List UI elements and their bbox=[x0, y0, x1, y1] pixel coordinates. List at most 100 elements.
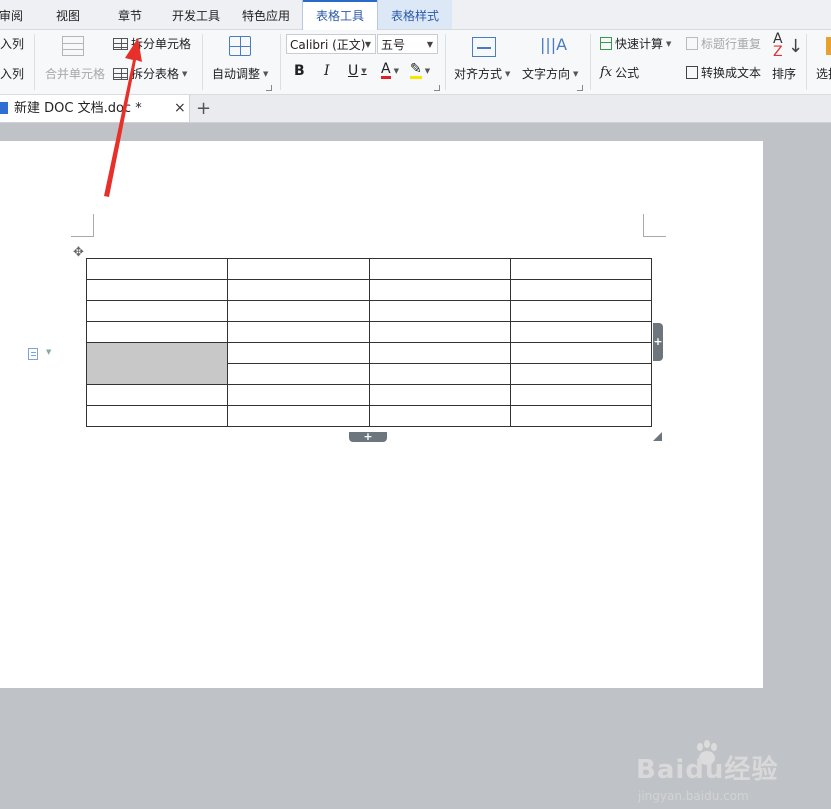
highlight-button[interactable]: ✎ ▼ bbox=[410, 62, 430, 79]
ribbon-divider bbox=[34, 34, 35, 90]
table-cell[interactable] bbox=[227, 363, 370, 385]
select-button[interactable]: 选择 bbox=[816, 65, 831, 82]
table-cell[interactable] bbox=[85, 384, 229, 406]
new-tab-button[interactable]: + bbox=[196, 95, 211, 122]
table-cell[interactable] bbox=[509, 279, 653, 301]
table-cell[interactable] bbox=[368, 279, 511, 301]
table-cell[interactable] bbox=[85, 279, 229, 301]
insert-column-right-button[interactable]: 插入列 bbox=[0, 65, 24, 82]
table-cell[interactable] bbox=[227, 321, 370, 343]
table-cell[interactable] bbox=[85, 258, 229, 280]
table-cell[interactable] bbox=[368, 384, 511, 406]
tab-special-apps[interactable]: 特色应用 bbox=[232, 0, 300, 29]
ribbon-divider bbox=[806, 34, 807, 90]
auto-fit-icon bbox=[229, 36, 251, 56]
merge-cells-icon bbox=[62, 36, 84, 56]
table-cell[interactable] bbox=[227, 258, 370, 280]
add-column-button[interactable]: + bbox=[653, 323, 663, 361]
plus-icon: + bbox=[363, 430, 373, 443]
document-icon bbox=[0, 102, 8, 114]
sort-label: 排序 bbox=[772, 67, 797, 81]
split-table-icon bbox=[113, 67, 128, 80]
table-cell[interactable] bbox=[509, 363, 653, 385]
document-tab[interactable]: 新建 DOC 文档.doc * × bbox=[0, 95, 190, 122]
table-cell[interactable] bbox=[368, 405, 511, 427]
sort-az-icon: AZ bbox=[773, 31, 783, 60]
table-cell[interactable] bbox=[85, 405, 229, 427]
table-cell[interactable] bbox=[85, 300, 229, 322]
table-cell[interactable] bbox=[227, 405, 370, 427]
document-page[interactable]: ✥ + + ▼ Baidu经验 jingyan.baidu.com bbox=[0, 141, 777, 803]
alignment-button[interactable]: 对齐方式 ▼ bbox=[454, 65, 510, 82]
table-cell[interactable] bbox=[509, 258, 653, 280]
table-cell[interactable] bbox=[85, 321, 229, 343]
chevron-down-icon: ▼ bbox=[364, 40, 371, 49]
chevron-down-icon[interactable]: ▼ bbox=[46, 348, 51, 356]
dialog-launcher-icon[interactable] bbox=[577, 85, 583, 91]
dialog-launcher-icon[interactable] bbox=[266, 85, 272, 91]
table-row bbox=[85, 342, 653, 385]
add-row-button[interactable]: + bbox=[349, 430, 387, 443]
table-cell[interactable] bbox=[368, 342, 511, 364]
margin-corner-marker bbox=[71, 214, 94, 237]
chevron-down-icon: ▼ bbox=[263, 69, 269, 78]
split-table-button[interactable]: 拆分表格 ▼ bbox=[113, 65, 187, 82]
font-name-select[interactable]: Calibri (正文) ▼ bbox=[286, 34, 376, 54]
underline-button[interactable]: U ▼ bbox=[348, 63, 367, 79]
insert-column-left-button[interactable]: 插入列 bbox=[0, 35, 24, 52]
table-cell[interactable] bbox=[509, 321, 653, 343]
quick-calc-button[interactable]: 快速计算 ▼ bbox=[600, 35, 671, 52]
ribbon-divider bbox=[590, 34, 591, 90]
table-cell[interactable] bbox=[227, 342, 370, 364]
font-name-value: Calibri (正文) bbox=[290, 38, 366, 52]
text-direction-button[interactable]: 文字方向 ▼ bbox=[522, 65, 578, 82]
header-repeat-button[interactable]: 标题行重复 bbox=[686, 35, 761, 52]
paragraph-marker-icon[interactable] bbox=[28, 348, 38, 360]
tab-view[interactable]: 视图 bbox=[38, 0, 98, 29]
auto-fit-button[interactable]: 自动调整 ▼ bbox=[212, 65, 268, 82]
table-cell[interactable] bbox=[368, 258, 511, 280]
convert-to-text-label: 转换成文本 bbox=[701, 66, 762, 80]
table-cell[interactable] bbox=[227, 384, 370, 406]
merge-cells-button[interactable]: 合并单元格 bbox=[45, 65, 105, 82]
font-size-select[interactable]: 五号 ▼ bbox=[377, 34, 438, 54]
table-cell[interactable] bbox=[509, 405, 653, 427]
italic-button[interactable]: I bbox=[324, 63, 330, 79]
ribbon-tab-bar: 审阅 视图 章节 开发工具 特色应用 表格工具 表格样式 bbox=[0, 0, 831, 30]
table-resize-handle[interactable] bbox=[653, 432, 662, 441]
tab-review[interactable]: 审阅 bbox=[0, 0, 28, 29]
table-cell[interactable] bbox=[227, 279, 370, 301]
chevron-down-icon: ▼ bbox=[393, 66, 399, 75]
chevron-down-icon: ▼ bbox=[182, 69, 188, 78]
table-cell[interactable] bbox=[368, 363, 511, 385]
fx-icon: fx bbox=[600, 65, 613, 80]
tab-table-style[interactable]: 表格样式 bbox=[378, 0, 452, 29]
close-icon[interactable]: × bbox=[174, 95, 186, 122]
table-cell[interactable] bbox=[227, 300, 370, 322]
select-label: 选择 bbox=[816, 67, 831, 81]
sort-button[interactable]: 排序 bbox=[772, 65, 796, 82]
table-cell[interactable] bbox=[509, 300, 653, 322]
chevron-down-icon: ▼ bbox=[424, 66, 431, 75]
font-color-button[interactable]: A ▼ bbox=[381, 62, 399, 79]
italic-label: I bbox=[324, 63, 330, 79]
insert-column-left-label: 插入列 bbox=[0, 37, 25, 51]
convert-to-text-button[interactable]: 转换成文本 bbox=[686, 64, 761, 81]
ribbon-toolbar: 插入列 插入列 合并单元格 拆分单元格 拆分表格 ▼ 自动调整 ▼ Calibr… bbox=[0, 30, 831, 95]
tab-chapter[interactable]: 章节 bbox=[100, 0, 160, 29]
table-cell[interactable] bbox=[368, 300, 511, 322]
margin-corner-marker bbox=[643, 214, 666, 237]
table-move-handle-icon[interactable]: ✥ bbox=[73, 245, 84, 260]
table-cell[interactable] bbox=[509, 342, 653, 364]
bold-button[interactable]: B bbox=[294, 63, 305, 79]
calculator-icon bbox=[600, 37, 612, 50]
tab-table-tools[interactable]: 表格工具 bbox=[302, 0, 378, 30]
formula-button[interactable]: fx 公式 bbox=[600, 64, 639, 81]
font-size-value: 五号 bbox=[381, 38, 406, 52]
tab-developer-tools[interactable]: 开发工具 bbox=[162, 0, 230, 29]
merged-table-cell[interactable] bbox=[85, 342, 229, 385]
table-cell[interactable] bbox=[368, 321, 511, 343]
split-cells-button[interactable]: 拆分单元格 bbox=[113, 35, 191, 52]
table-cell[interactable] bbox=[509, 384, 653, 406]
dialog-launcher-icon[interactable] bbox=[434, 85, 440, 91]
